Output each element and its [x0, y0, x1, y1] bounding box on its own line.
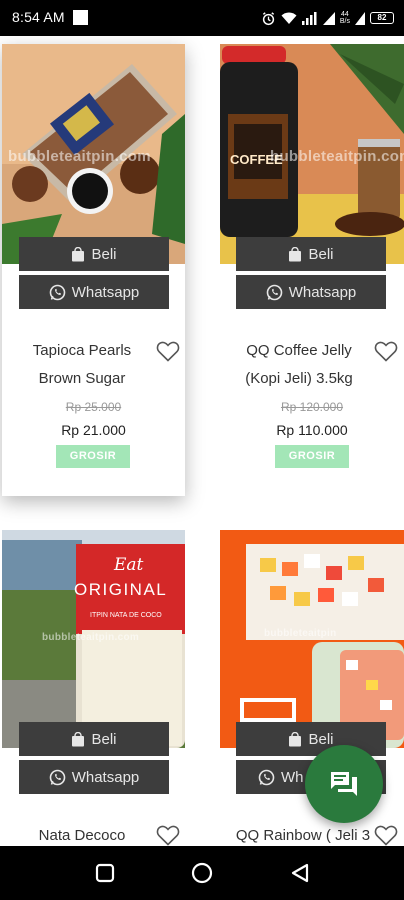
wholesale-badge: GROSIR	[275, 445, 349, 468]
image-watermark: bubbleteaitpin.com	[270, 148, 404, 165]
network-speed: 44 B/s	[339, 11, 350, 25]
product-image[interactable]: bubbleteaitpin	[220, 530, 404, 748]
buy-label: Beli	[91, 730, 117, 748]
qq-rainbow-photo	[220, 530, 404, 748]
product-name[interactable]: QQ Coffee Jelly (Kopi Jeli) 3.5kg	[234, 337, 364, 393]
shopping-bag-icon	[289, 731, 302, 746]
whatsapp-label: Wh	[281, 768, 304, 786]
product-image[interactable]: bubbleteaitpin.com	[2, 44, 185, 264]
buy-button[interactable]: Beli	[19, 237, 169, 271]
status-time: 8:54 AM	[12, 9, 65, 25]
product-image[interactable]: COFFEE bubbleteaitpin.com	[220, 44, 404, 264]
wholesale-badge: GROSIR	[56, 445, 130, 468]
home-circle-icon[interactable]	[191, 862, 213, 884]
signal-icon-2	[322, 11, 335, 25]
whatsapp-label: Whatsapp	[71, 283, 140, 301]
whatsapp-label: Whatsapp	[71, 768, 140, 786]
whatsapp-icon	[49, 769, 66, 785]
chat-icon	[331, 772, 357, 796]
product-name[interactable]: Tapioca Pearls Brown Sugar	[20, 337, 144, 393]
whatsapp-label: Whatsapp	[288, 283, 357, 301]
chat-fab-button[interactable]	[305, 745, 383, 823]
buy-button[interactable]: Beli	[19, 722, 169, 756]
status-bar: 8:54 AM 44 B/s 82	[0, 0, 404, 36]
image-watermark: bubbleteaitpin.com	[8, 148, 151, 165]
battery-icon: 82	[370, 12, 394, 24]
status-icons: 44 B/s 82	[261, 8, 394, 28]
heart-outline-icon[interactable]	[156, 824, 180, 846]
screen: 8:54 AM 44 B/s 82 bubbleteaitpin.com Bel…	[0, 0, 404, 900]
shopping-bag-icon	[72, 246, 85, 261]
signal-icon	[301, 11, 317, 25]
buy-label: Beli	[91, 245, 117, 263]
product-card[interactable]: COFFEE bubbleteaitpin.com Beli Whatsapp …	[220, 44, 404, 496]
original-price: Rp 120.000	[280, 400, 344, 414]
image-watermark: bubbleteaitpin.com	[42, 632, 140, 643]
product-image[interactable]: Eat ORIGINAL ITPIN NATA DE COCO bubblete…	[2, 530, 185, 748]
buy-button[interactable]: Beli	[236, 237, 386, 271]
signal-icon-3	[355, 11, 365, 25]
heart-outline-icon[interactable]	[374, 824, 398, 846]
notification-square-icon	[73, 10, 88, 25]
buy-label: Beli	[308, 730, 334, 748]
original-price: Rp 25.000	[65, 400, 122, 414]
shopping-bag-icon	[289, 246, 302, 261]
recents-square-icon[interactable]	[95, 863, 115, 883]
image-watermark: bubbleteaitpin	[264, 628, 337, 639]
whatsapp-icon	[49, 284, 66, 300]
sale-price: Rp 110.000	[276, 422, 348, 438]
shopping-bag-icon	[72, 731, 85, 746]
sale-price: Rp 21.000	[61, 422, 126, 438]
image-text-eat: Eat	[114, 555, 144, 575]
whatsapp-button[interactable]: Whatsapp	[236, 275, 386, 309]
whatsapp-icon	[258, 769, 275, 785]
wifi-icon	[281, 12, 297, 24]
whatsapp-button[interactable]: Whatsapp	[19, 275, 169, 309]
whatsapp-button[interactable]: Whatsapp	[19, 760, 169, 794]
alarm-icon	[262, 11, 274, 25]
back-triangle-icon[interactable]	[290, 863, 310, 883]
system-navigation-bar	[0, 846, 404, 900]
whatsapp-icon	[266, 284, 283, 300]
image-text-original: ORIGINAL	[74, 580, 168, 599]
heart-outline-icon[interactable]	[156, 340, 180, 362]
product-card[interactable]: bubbleteaitpin.com Beli Whatsapp Tapioca…	[2, 44, 185, 496]
heart-outline-icon[interactable]	[374, 340, 398, 362]
product-card[interactable]: Eat ORIGINAL ITPIN NATA DE COCO bubblete…	[2, 530, 185, 850]
image-text-brand: ITPIN NATA DE COCO	[90, 612, 162, 619]
buy-label: Beli	[308, 245, 334, 263]
